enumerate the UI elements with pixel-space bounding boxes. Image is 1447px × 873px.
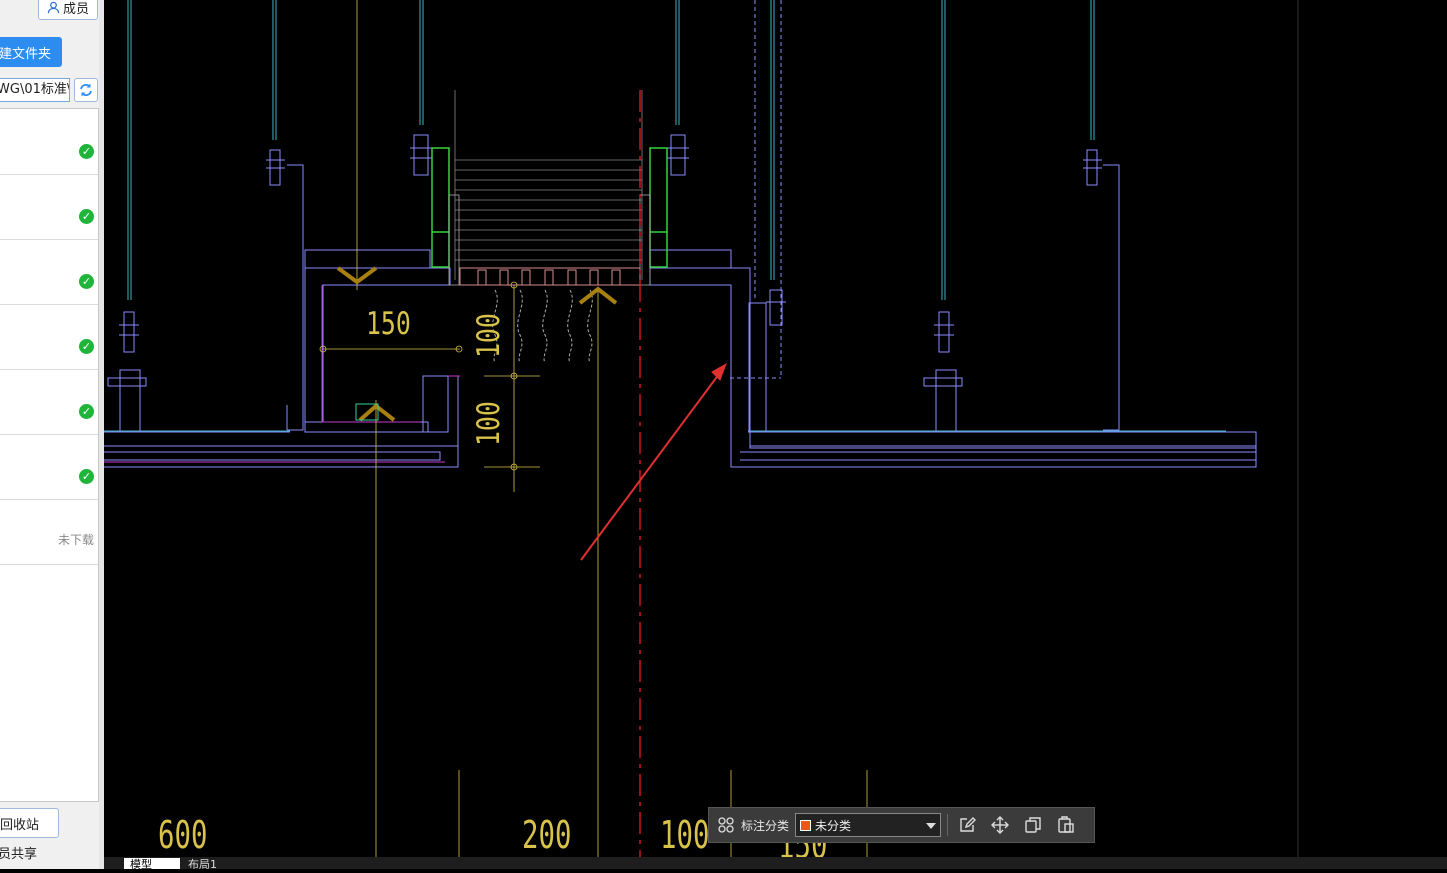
edit-icon[interactable] [954, 812, 980, 838]
category-value: 未分类 [815, 818, 852, 833]
members-button[interactable]: 成员 [38, 0, 98, 20]
grid-icon[interactable] [713, 812, 739, 838]
tab-model-label: 模型 [130, 858, 152, 869]
category-select[interactable]: 未分类 [795, 813, 942, 837]
cad-canvas[interactable]: 150 100 100 600 200 100 150 [104, 0, 1447, 869]
red-arrow-annotation [580, 362, 727, 561]
file-list: ✓ ✓ ✓ ✓ ✓ ✓ 未下载 [0, 108, 99, 802]
dim-200: 200 [522, 812, 571, 857]
path-input[interactable]: DWG\01标准\ [0, 78, 70, 102]
member-share-text: 成员共享 [0, 847, 38, 862]
check-icon: ✓ [79, 209, 94, 224]
dim-150: 150 [366, 305, 411, 341]
dim-100-bottom: 100 [660, 812, 709, 857]
paste-icon[interactable] [1053, 812, 1079, 838]
annotation-toolbar: 标注分类 未分类 [708, 807, 1095, 843]
dim-600: 600 [158, 812, 207, 857]
member-share-label[interactable]: 成员共享 [0, 843, 37, 862]
file-row[interactable]: ✓ [0, 174, 98, 240]
refresh-button[interactable] [74, 78, 98, 102]
category-color-swatch [800, 819, 812, 831]
cad-drawing: 150 100 100 600 200 100 150 [104, 0, 1299, 869]
hanger-rods [104, 0, 1299, 869]
check-icon: ✓ [79, 339, 94, 354]
dim-100-upper: 100 [470, 313, 506, 358]
tab-model[interactable]: 模型 [124, 858, 180, 869]
file-sidebar: 成员 新建文件夹 DWG\01标准\ ✓ ✓ ✓ ✓ ✓ ✓ 未下载 回收站 成… [0, 0, 104, 869]
category-label: 标注分类 [741, 818, 790, 833]
recycle-bin-button[interactable]: 回收站 [0, 808, 59, 838]
file-row[interactable]: ✓ [0, 304, 98, 370]
copy-icon[interactable] [1020, 812, 1046, 838]
file-row[interactable]: 未下载 [0, 499, 98, 565]
members-label: 成员 [62, 1, 89, 17]
chevron-down-icon [926, 823, 937, 829]
check-icon: ✓ [79, 144, 94, 159]
dim-100-lower: 100 [470, 401, 506, 446]
toolbar-divider [947, 814, 949, 836]
check-icon: ✓ [79, 404, 94, 419]
layout-tabs: 模型 布局1 [104, 857, 1447, 869]
new-folder-label: 新建文件夹 [0, 46, 52, 62]
move-icon[interactable] [987, 812, 1013, 838]
check-icon: ✓ [79, 469, 94, 484]
check-icon: ✓ [79, 274, 94, 289]
tab-layout1[interactable]: 布局1 [182, 858, 238, 869]
path-value: DWG\01标准\ [0, 82, 70, 97]
file-row[interactable]: ✓ [0, 369, 98, 435]
file-row[interactable]: ✓ [0, 434, 98, 500]
file-row[interactable]: ✓ [0, 239, 98, 305]
refresh-icon [80, 83, 92, 97]
user-icon [47, 1, 60, 13]
not-downloaded-status: 未下载 [57, 533, 94, 547]
tab-layout1-label: 布局1 [188, 858, 217, 869]
recycle-label: 回收站 [0, 817, 40, 833]
file-row[interactable]: ✓ [0, 109, 98, 175]
new-folder-button[interactable]: 新建文件夹 [0, 37, 62, 67]
